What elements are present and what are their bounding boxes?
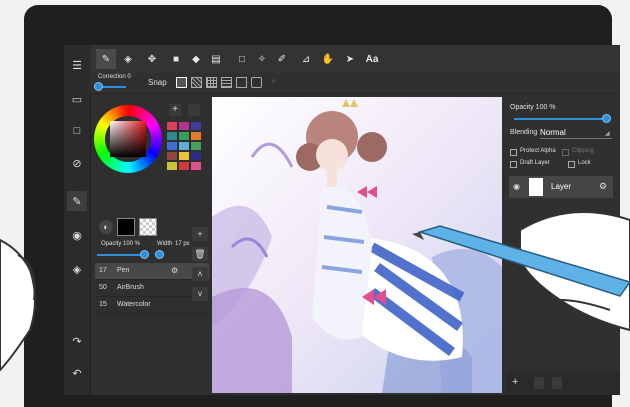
hands-overlay bbox=[0, 211, 630, 372]
